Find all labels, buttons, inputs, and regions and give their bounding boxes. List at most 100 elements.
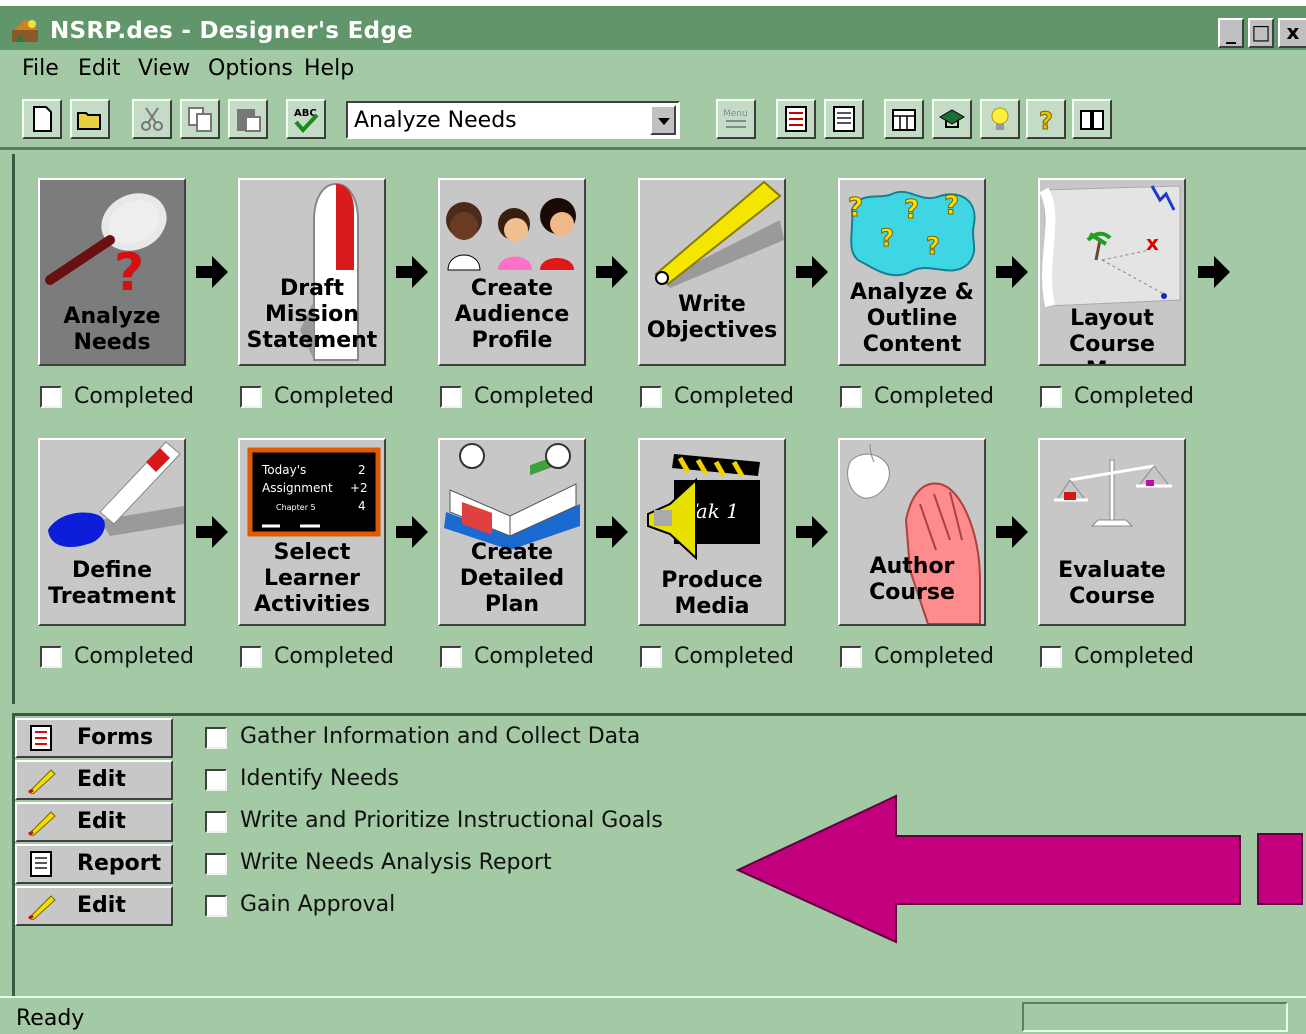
edit-button-label: Edit bbox=[77, 767, 126, 792]
svg-text:?: ? bbox=[904, 195, 919, 225]
step-tile-author-course[interactable]: Author Course bbox=[838, 438, 986, 626]
completed-checkbox-3[interactable] bbox=[440, 386, 462, 408]
menu-edit[interactable]: Edit bbox=[78, 56, 121, 81]
new-icon[interactable] bbox=[22, 99, 62, 139]
book-icon[interactable] bbox=[1072, 99, 1112, 139]
arrow-right-icon bbox=[996, 256, 1028, 288]
title-bar: NSRP.des - Designer's Edge _ □ x bbox=[0, 0, 1306, 50]
task-checkbox-2[interactable] bbox=[205, 769, 227, 791]
chalkboard-num1: 2 bbox=[358, 463, 366, 477]
svg-text:?: ? bbox=[848, 193, 863, 223]
completed-checkbox-10[interactable] bbox=[640, 646, 662, 668]
cut-icon[interactable] bbox=[132, 99, 172, 139]
phase-select[interactable]: Analyze Needs bbox=[346, 101, 680, 139]
report-icon[interactable] bbox=[824, 99, 864, 139]
step-tile-analyze-needs[interactable]: ? Analyze Needs bbox=[38, 178, 186, 366]
completed-checkbox-12[interactable] bbox=[1040, 646, 1062, 668]
edit-button-label: Edit bbox=[77, 809, 126, 834]
menu-options[interactable]: Options bbox=[208, 56, 293, 81]
step-label: Create Detailed Plan bbox=[459, 540, 565, 617]
report-button[interactable]: Report bbox=[15, 844, 173, 884]
idea-icon[interactable] bbox=[980, 99, 1020, 139]
edit-button[interactable]: Edit bbox=[15, 802, 173, 842]
step-label: Produce Media bbox=[661, 568, 763, 619]
edit-button[interactable]: Edit bbox=[15, 760, 173, 800]
task-checkbox-5[interactable] bbox=[205, 895, 227, 917]
close-button[interactable]: x bbox=[1278, 18, 1306, 48]
calendar-icon[interactable] bbox=[884, 99, 924, 139]
step-label: Layout Course Map bbox=[1069, 306, 1155, 364]
menu-view[interactable]: View bbox=[138, 56, 190, 81]
step-label: Create Audience Profile bbox=[454, 276, 570, 353]
task-checkbox-3[interactable] bbox=[205, 811, 227, 833]
completed-checkbox-7[interactable] bbox=[40, 646, 62, 668]
open-icon[interactable] bbox=[70, 99, 110, 139]
chevron-down-icon[interactable] bbox=[650, 105, 676, 135]
step-tile-select-learner-activities[interactable]: Today's Assignment Chapter 5 2 +2 4 Sele… bbox=[238, 438, 386, 626]
completed-label: Completed bbox=[674, 384, 794, 409]
completed-label: Completed bbox=[874, 384, 994, 409]
task-label: Gain Approval bbox=[240, 892, 396, 917]
step-tile-write-objectives[interactable]: Write Objectives bbox=[638, 178, 786, 366]
completed-label: Completed bbox=[74, 644, 194, 669]
step-tile-define-treatment[interactable]: Define Treatment bbox=[38, 438, 186, 626]
paste-icon[interactable] bbox=[228, 99, 268, 139]
step-tile-layout-course-map[interactable]: x Layout Course Map bbox=[1038, 178, 1186, 366]
forms-icon bbox=[30, 725, 52, 751]
completed-checkbox-1[interactable] bbox=[40, 386, 62, 408]
task-label: Write and Prioritize Instructional Goals bbox=[240, 808, 663, 833]
forms-button[interactable]: Forms bbox=[15, 718, 173, 758]
completed-checkbox-6[interactable] bbox=[1040, 386, 1062, 408]
pencil-icon bbox=[28, 811, 56, 836]
menu-icon[interactable]: Menu bbox=[716, 99, 756, 139]
arrow-right-icon bbox=[396, 256, 428, 288]
arrow-right-icon bbox=[196, 516, 228, 548]
spellcheck-icon[interactable]: ABC bbox=[286, 99, 326, 139]
completed-checkbox-8[interactable] bbox=[240, 646, 262, 668]
step-tile-produce-media[interactable]: Tak 1 Produce Media bbox=[638, 438, 786, 626]
svg-text:?: ? bbox=[944, 191, 959, 221]
maximize-button[interactable]: □ bbox=[1248, 18, 1274, 48]
menu-help[interactable]: Help bbox=[304, 56, 354, 81]
completed-checkbox-11[interactable] bbox=[840, 646, 862, 668]
chalkboard-line2: Assignment bbox=[262, 481, 333, 495]
help-icon[interactable]: ? bbox=[1026, 99, 1066, 139]
copy-icon[interactable] bbox=[180, 99, 220, 139]
step-label: Draft Mission Statement bbox=[246, 276, 378, 353]
menu-file[interactable]: File bbox=[22, 56, 59, 81]
step-label: Define Treatment bbox=[48, 558, 176, 609]
report-icon bbox=[30, 851, 52, 877]
edit-button[interactable]: Edit bbox=[15, 886, 173, 926]
highlight-arrow bbox=[736, 794, 1303, 944]
app-icon bbox=[12, 19, 38, 42]
svg-text:?: ? bbox=[926, 232, 940, 260]
completed-checkbox-5[interactable] bbox=[840, 386, 862, 408]
step-tile-analyze-outline-content[interactable]: ? ? ? ? ? Analyze & Outline Content bbox=[838, 178, 986, 366]
step-label: Analyze Needs bbox=[63, 304, 161, 355]
arrow-right-icon bbox=[796, 516, 828, 548]
svg-text:?: ? bbox=[880, 224, 894, 252]
step-tile-create-audience-profile[interactable]: Create Audience Profile bbox=[438, 178, 586, 366]
step-label: Write Objectives bbox=[646, 292, 778, 343]
arrow-right-icon bbox=[1198, 256, 1230, 288]
completed-label: Completed bbox=[274, 644, 394, 669]
completed-checkbox-2[interactable] bbox=[240, 386, 262, 408]
completed-checkbox-9[interactable] bbox=[440, 646, 462, 668]
forms-button-label: Forms bbox=[77, 725, 154, 750]
completed-checkbox-4[interactable] bbox=[640, 386, 662, 408]
step-label: Evaluate Course bbox=[1058, 558, 1166, 609]
checklist-icon[interactable] bbox=[776, 99, 816, 139]
completed-label: Completed bbox=[1074, 384, 1194, 409]
completed-label: Completed bbox=[674, 644, 794, 669]
task-label: Identify Needs bbox=[240, 766, 399, 791]
step-tile-evaluate-course[interactable]: Evaluate Course bbox=[1038, 438, 1186, 626]
step-tile-create-detailed-plan[interactable]: Create Detailed Plan bbox=[438, 438, 586, 626]
step-label: Select Learner Activities bbox=[253, 540, 371, 617]
task-checkbox-1[interactable] bbox=[205, 727, 227, 749]
course-icon[interactable] bbox=[932, 99, 972, 139]
arrow-right-icon bbox=[796, 256, 828, 288]
minimize-button[interactable]: _ bbox=[1218, 18, 1244, 48]
arrow-right-icon bbox=[596, 256, 628, 288]
task-checkbox-4[interactable] bbox=[205, 853, 227, 875]
step-tile-draft-mission-statement[interactable]: Draft Mission Statement bbox=[238, 178, 386, 366]
